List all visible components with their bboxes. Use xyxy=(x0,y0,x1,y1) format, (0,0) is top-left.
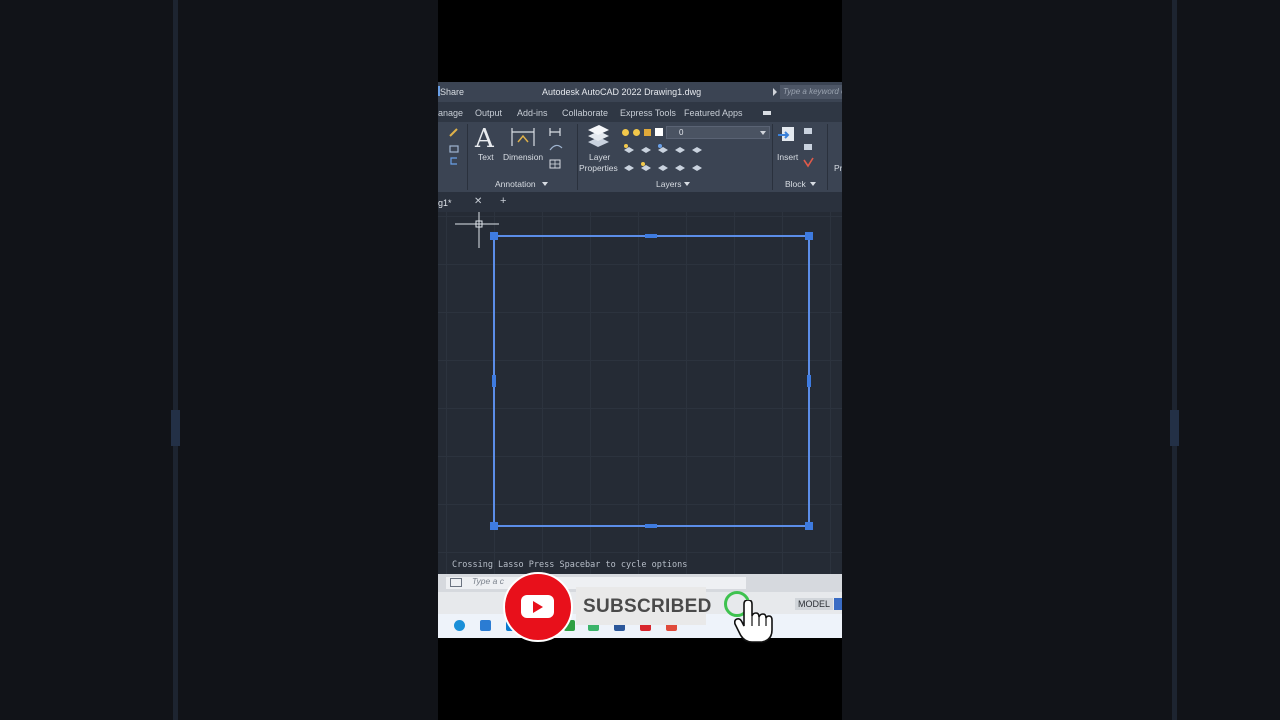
dimension-label[interactable]: Dimension xyxy=(503,152,543,162)
panel-layers-label[interactable]: Layers xyxy=(656,179,682,189)
background-right xyxy=(842,0,1280,720)
minimize-ribbon-icon[interactable] xyxy=(763,111,771,115)
document-tabs: g1* ✕ + xyxy=(438,192,842,212)
subscribed-label: SUBSCRIBED xyxy=(583,596,712,617)
grid-icon[interactable] xyxy=(834,598,842,610)
text-label[interactable]: Text xyxy=(478,152,494,162)
share-icon xyxy=(438,86,440,96)
ribbon-tabs: anage Output Add-ins Collaborate Express… xyxy=(438,102,842,122)
background-line xyxy=(171,0,180,720)
block-dropdown-icon[interactable] xyxy=(810,182,816,186)
layer-properties-label-2[interactable]: Properties xyxy=(579,163,618,173)
document-tab-drawing1[interactable]: g1* xyxy=(438,198,452,208)
command-input[interactable]: Type a c xyxy=(472,576,504,586)
insert-label[interactable]: Insert xyxy=(777,152,798,162)
modify-tools-icon[interactable] xyxy=(448,126,460,166)
drawing-canvas[interactable] xyxy=(438,212,842,574)
chevron-down-icon xyxy=(760,131,766,135)
layer-dropdown[interactable]: 0 xyxy=(666,126,770,139)
tab-featured-apps[interactable]: Featured Apps xyxy=(684,108,743,118)
selected-rectangle[interactable] xyxy=(493,235,810,527)
new-tab-icon[interactable]: + xyxy=(500,195,506,207)
layer-properties-icon[interactable] xyxy=(585,124,611,148)
insert-block-icon[interactable] xyxy=(776,125,798,147)
command-icon[interactable] xyxy=(450,578,462,587)
share-button[interactable]: Share xyxy=(440,87,464,97)
background-line xyxy=(1170,0,1179,720)
text-icon[interactable]: A xyxy=(475,124,494,154)
grip-points[interactable] xyxy=(490,232,813,530)
annotation-dropdown-icon[interactable] xyxy=(542,182,548,186)
model-space-button[interactable]: MODEL xyxy=(795,598,834,610)
layer-state-icons[interactable] xyxy=(622,127,664,139)
dimension-icon[interactable] xyxy=(510,126,536,148)
annotation-small-tools-icon[interactable] xyxy=(548,126,570,170)
command-history-message: Crossing Lasso Press Spacebar to cycle o… xyxy=(452,560,688,570)
hand-cursor-icon xyxy=(734,600,773,643)
tab-collaborate[interactable]: Collaborate xyxy=(562,108,608,118)
layer-tools-icon[interactable] xyxy=(622,142,708,174)
edge-icon[interactable] xyxy=(454,620,465,631)
tab-manage[interactable]: anage xyxy=(438,108,463,118)
play-arrow-icon[interactable] xyxy=(773,88,777,96)
panel-block-label[interactable]: Block xyxy=(785,179,806,189)
canvas-graphics xyxy=(455,212,813,530)
tab-output[interactable]: Output xyxy=(475,108,502,118)
background-left xyxy=(0,0,438,720)
autocad-window: Share Autodesk AutoCAD 2022 Drawing1.dwg… xyxy=(438,82,842,638)
properties-label-partial[interactable]: Pr xyxy=(834,163,842,173)
window-title: Autodesk AutoCAD 2022 Drawing1.dwg xyxy=(542,87,702,97)
layers-dropdown-icon[interactable] xyxy=(684,182,690,186)
panel-annotation-label[interactable]: Annotation xyxy=(495,179,536,189)
tab-express-tools[interactable]: Express Tools xyxy=(620,108,676,118)
title-bar: Share Autodesk AutoCAD 2022 Drawing1.dwg… xyxy=(438,82,842,102)
tab-add-ins[interactable]: Add-ins xyxy=(517,108,548,118)
layer-properties-label-1[interactable]: Layer xyxy=(589,152,610,162)
store-icon[interactable] xyxy=(480,620,491,631)
layer-current-value: 0 xyxy=(679,128,684,137)
crosshair-icon xyxy=(455,212,499,248)
play-icon xyxy=(521,595,554,618)
close-icon[interactable]: ✕ xyxy=(474,196,482,207)
search-input[interactable]: Type a keyword or phrase xyxy=(780,85,842,99)
block-tools-icon[interactable] xyxy=(802,126,816,170)
ribbon-panel: A Text Dimension Annotation Layer Proper… xyxy=(438,122,842,192)
